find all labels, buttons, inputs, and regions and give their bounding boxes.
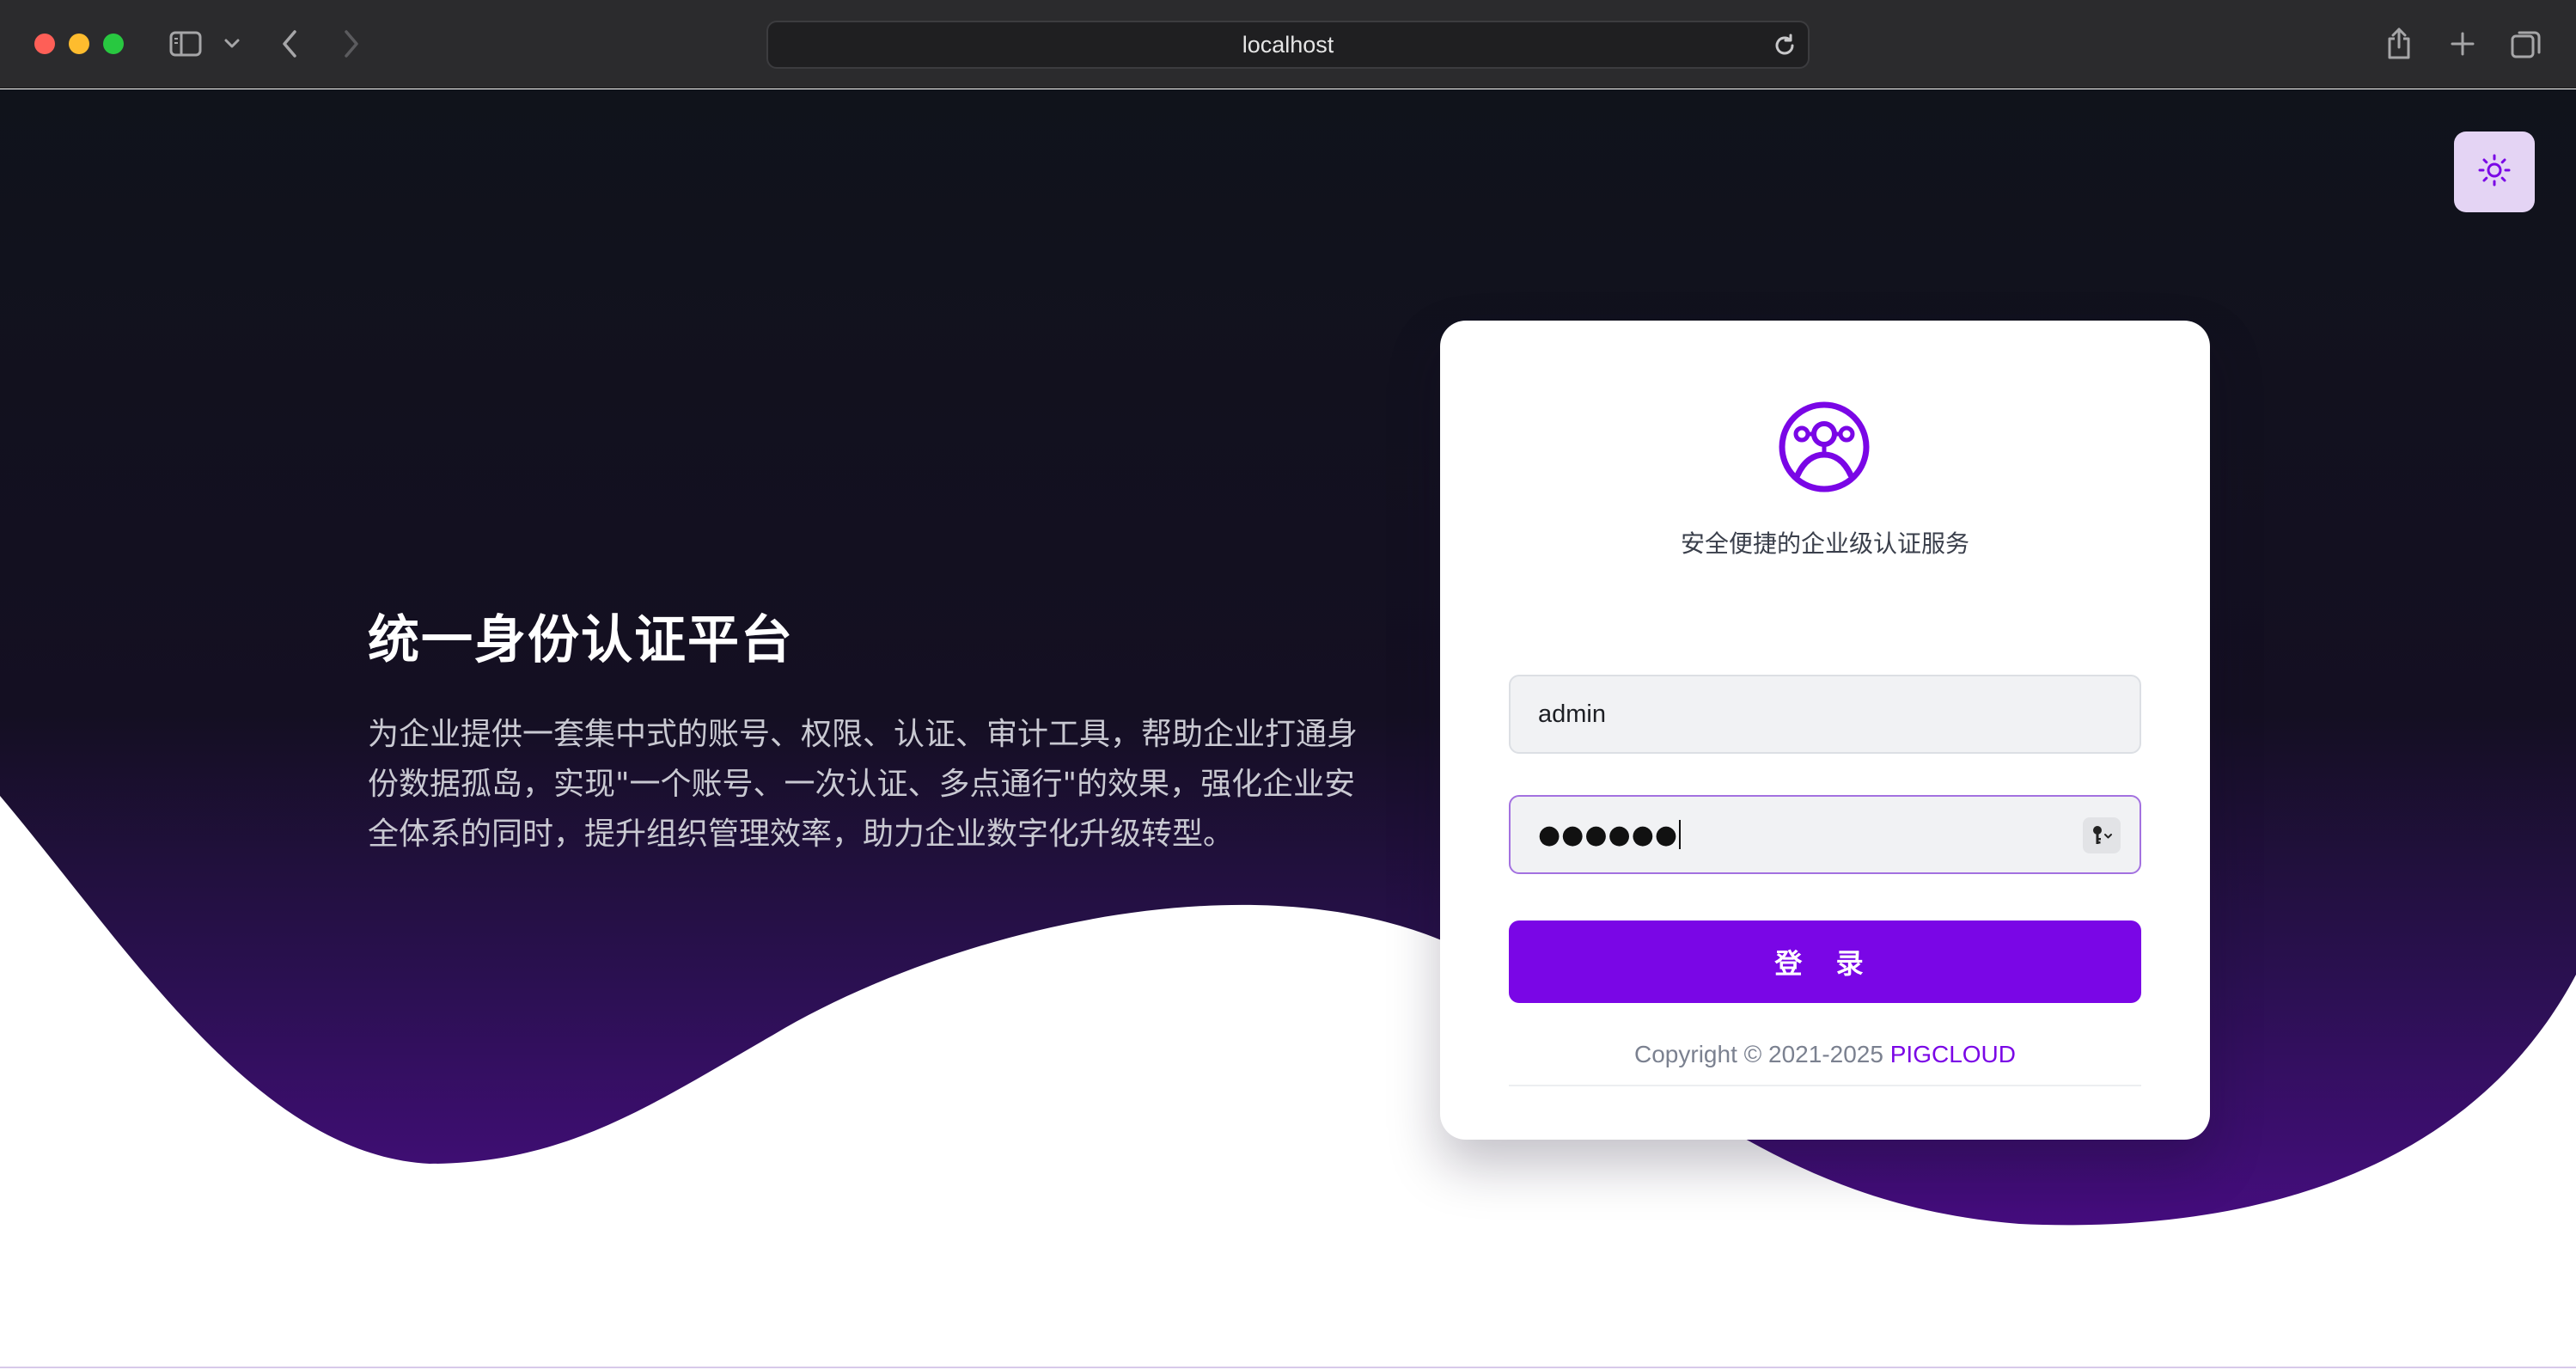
login-card: 安全便捷的企业级认证服务 admin ●●●●●● 登 录 Copyright … xyxy=(1440,321,2210,1140)
plus-icon[interactable] xyxy=(2447,24,2478,64)
browser-window: localhost 统一身份认证平台 为企业提供一套集中式的账号、权限、认证、审… xyxy=(0,0,2576,1370)
copyright-footer: Copyright © 2021-2025 PIGCLOUD xyxy=(1440,1041,2210,1068)
brand-link[interactable]: PIGCLOUD xyxy=(1890,1041,2016,1067)
login-page: 统一身份认证平台 为企业提供一套集中式的账号、权限、认证、审计工具，帮助企业打通… xyxy=(0,89,2576,1370)
copyright-text: Copyright © 2021-2025 xyxy=(1634,1041,1890,1067)
login-subtitle: 安全便捷的企业级认证服务 xyxy=(1680,529,1969,558)
reload-icon[interactable] xyxy=(1772,33,1798,63)
sun-icon xyxy=(2477,153,2512,192)
hero-description: 为企业提供一套集中式的账号、权限、认证、审计工具，帮助企业打通身份数据孤岛，实现… xyxy=(368,717,1358,852)
page-bottom-border xyxy=(0,1367,2576,1368)
browser-toolbar: localhost xyxy=(0,0,2576,89)
password-input[interactable]: ●●●●●● xyxy=(1509,795,2141,874)
card-divider xyxy=(1509,1085,2141,1086)
username-value: admin xyxy=(1538,700,1606,728)
user-network-logo-icon xyxy=(1777,400,1871,494)
zoom-window-button[interactable] xyxy=(103,34,124,54)
chevron-left-icon[interactable] xyxy=(277,24,302,64)
chevron-right-icon[interactable] xyxy=(339,24,364,64)
url-text: localhost xyxy=(1242,31,1334,58)
login-button[interactable]: 登 录 xyxy=(1509,920,2141,1003)
share-icon[interactable] xyxy=(2384,24,2414,64)
close-window-button[interactable] xyxy=(34,34,55,54)
key-icon[interactable] xyxy=(2083,817,2121,853)
hero-title: 统一身份认证平台 xyxy=(368,610,794,670)
minimize-window-button[interactable] xyxy=(69,34,89,54)
sidebar-icon[interactable] xyxy=(167,24,204,64)
tabs-overview-icon[interactable] xyxy=(2509,24,2543,64)
text-caret xyxy=(1679,820,1682,849)
password-masked-value: ●●●●●● xyxy=(1538,819,1679,850)
chevron-down-icon[interactable] xyxy=(222,24,242,64)
username-input[interactable]: admin xyxy=(1509,675,2141,754)
theme-toggle-button[interactable] xyxy=(2454,131,2535,212)
address-bar[interactable]: localhost xyxy=(766,21,1810,69)
